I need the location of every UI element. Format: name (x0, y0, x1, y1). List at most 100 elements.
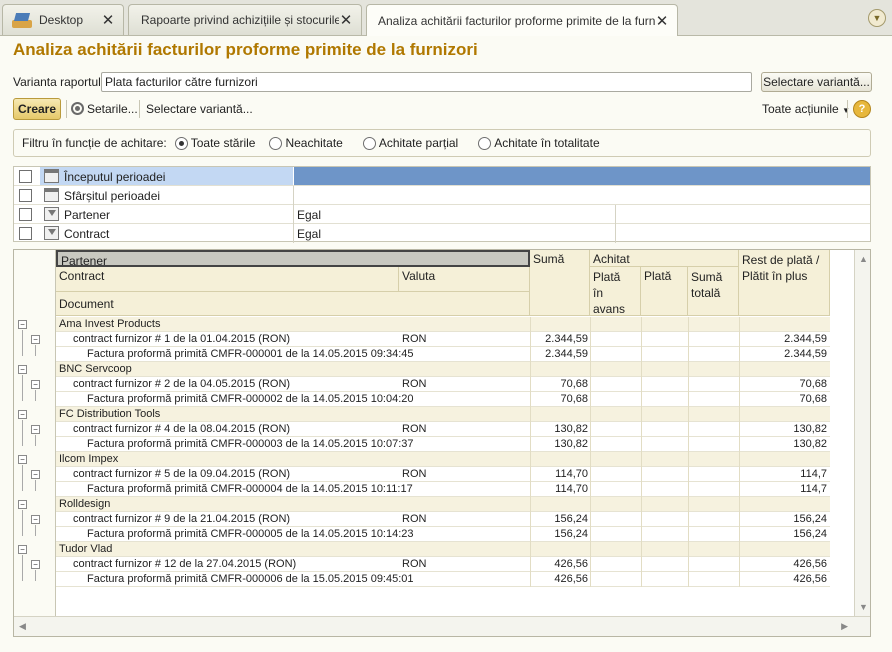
partner-name: BNC Servcoop (59, 363, 132, 375)
contract-name: contract furnizor # 2 de la 04.05.2015 (… (73, 378, 291, 390)
tab-label: Rapoarte privind achizițiile și stocuril… (141, 13, 339, 27)
document-row[interactable]: Factura proformă primită CMFR-000004 de … (56, 482, 830, 497)
contract-row[interactable]: contract furnizor # 5 de la 09.04.2015 (… (56, 467, 830, 482)
tab-label: Desktop (39, 13, 84, 27)
close-icon[interactable]: ✕ (655, 12, 669, 30)
contract-name: contract furnizor # 4 de la 08.04.2015 (… (73, 423, 291, 435)
partner-row[interactable]: Ama Invest Products (56, 317, 830, 332)
horizontal-scrollbar[interactable]: ◀ ▶ (14, 616, 870, 636)
contract-sum: 156,24 (554, 513, 588, 525)
document-row[interactable]: Factura proformă primită CMFR-000001 de … (56, 347, 830, 362)
header-contract[interactable]: Contract (56, 267, 399, 292)
document-row[interactable]: Factura proformă primită CMFR-000002 de … (56, 392, 830, 407)
contract-rest: 130,82 (793, 423, 827, 435)
tab-list-chevron-icon[interactable]: ▼ (868, 9, 886, 27)
tab-reports[interactable]: Rapoarte privind achizițiile și stocuril… (128, 4, 362, 35)
collapse-toggle-icon[interactable]: − (31, 560, 40, 569)
contract-sum: 70,68 (560, 378, 588, 390)
document-row[interactable]: Factura proformă primită CMFR-000005 de … (56, 527, 830, 542)
contract-name: contract furnizor # 9 de la 21.04.2015 (… (73, 513, 291, 525)
collapse-toggle-icon[interactable]: − (18, 500, 27, 509)
contract-row[interactable]: contract furnizor # 9 de la 21.04.2015 (… (56, 512, 830, 527)
contract-row[interactable]: contract furnizor # 4 de la 08.04.2015 (… (56, 422, 830, 437)
partner-row[interactable]: Rolldesign (56, 497, 830, 512)
param-row-period-end[interactable]: Sfârșitul perioadei (14, 186, 870, 205)
partner-row[interactable]: Tudor Vlad (56, 542, 830, 557)
close-icon[interactable]: ✕ (339, 11, 353, 29)
contract-currency: RON (402, 423, 427, 435)
collapse-toggle-icon[interactable]: − (18, 410, 27, 419)
param-checkbox[interactable] (19, 170, 32, 183)
param-checkbox[interactable] (19, 227, 32, 240)
radio-circle (362, 136, 376, 150)
scroll-left-icon[interactable]: ◀ (19, 621, 26, 632)
radio-unpaid[interactable]: Neachitate (269, 136, 343, 150)
collapse-toggle-icon[interactable]: − (18, 365, 27, 374)
contract-name: contract furnizor # 5 de la 09.04.2015 (… (73, 468, 291, 480)
scroll-down-icon[interactable]: ▼ (859, 602, 868, 612)
radio-partially-paid[interactable]: Achitate parțial (362, 136, 459, 150)
param-row-period-start[interactable]: Începutul perioadei (14, 167, 870, 186)
header-currency[interactable]: Valuta (399, 267, 530, 292)
collapse-toggle-icon[interactable]: − (18, 455, 27, 464)
select-variant-button[interactable]: Selectare variantă... (761, 72, 872, 92)
collapse-toggle-icon[interactable]: − (31, 470, 40, 479)
partner-name: Tudor Vlad (59, 543, 113, 555)
help-icon[interactable]: ? (853, 100, 871, 118)
variant-label: Varianta raportului: (13, 75, 114, 89)
close-icon[interactable]: ✕ (101, 11, 115, 29)
collapse-toggle-icon[interactable]: − (18, 545, 27, 554)
header-advance[interactable]: Plată în avans (590, 267, 641, 316)
header-document[interactable]: Document (56, 292, 530, 316)
tab-analysis[interactable]: Analiza achitării facturilor proforme pr… (366, 4, 678, 36)
radio-label: Achitate parțial (378, 136, 459, 150)
create-button[interactable]: Creare (13, 98, 61, 120)
collapse-toggle-icon[interactable]: − (31, 380, 40, 389)
document-row[interactable]: Factura proformă primită CMFR-000003 de … (56, 437, 830, 452)
collapse-toggle-icon[interactable]: − (31, 335, 40, 344)
param-checkbox[interactable] (19, 189, 32, 202)
partner-row[interactable]: BNC Servcoop (56, 362, 830, 377)
vertical-scrollbar[interactable]: ▲ ▼ (854, 250, 870, 616)
variant-input[interactable]: Plata facturilor către furnizori (101, 72, 752, 92)
scroll-up-icon[interactable]: ▲ (859, 254, 868, 264)
header-paid[interactable]: Achitat (590, 250, 739, 267)
document-rest: 70,68 (799, 393, 827, 405)
toolbar: Creare Setarile... Selectare variantă...… (13, 98, 873, 122)
header-payment[interactable]: Plată (641, 267, 688, 316)
contract-row[interactable]: contract furnizor # 12 de la 27.04.2015 … (56, 557, 830, 572)
report-grid[interactable]: Partener Contract Valuta Document Sumă A… (13, 249, 871, 637)
contract-sum: 426,56 (554, 558, 588, 570)
document-name: Factura proformă primită CMFR-000006 de … (87, 573, 414, 585)
collapse-toggle-icon[interactable]: − (31, 515, 40, 524)
header-sum[interactable]: Sumă (530, 250, 590, 316)
settings-button[interactable]: Setarile... (71, 102, 138, 116)
radio-all-states[interactable]: Toate stările (174, 136, 255, 150)
collapse-toggle-icon[interactable]: − (31, 425, 40, 434)
contract-row[interactable]: contract furnizor # 2 de la 04.05.2015 (… (56, 377, 830, 392)
partner-row[interactable]: FC Distribution Tools (56, 407, 830, 422)
param-name: Partener (64, 208, 111, 222)
scroll-right-icon[interactable]: ▶ (841, 621, 848, 632)
param-condition[interactable]: Egal (297, 208, 321, 222)
collapse-toggle-icon[interactable]: − (18, 320, 27, 329)
param-row-partner[interactable]: Partener Egal (14, 205, 870, 224)
all-actions-button[interactable]: Toate acțiunile ▼ (762, 102, 850, 116)
contract-row[interactable]: contract furnizor # 1 de la 01.04.2015 (… (56, 332, 830, 347)
header-rest[interactable]: Rest de plată / Plătit în plus (739, 250, 830, 316)
radio-fully-paid[interactable]: Achitate în totalitate (478, 136, 600, 150)
select-variant-toolbar-button[interactable]: Selectare variantă... (146, 102, 253, 116)
report-parameters: Începutul perioadei Sfârșitul perioadei … (13, 166, 871, 243)
document-name: Factura proformă primită CMFR-000005 de … (87, 528, 414, 540)
tab-desktop[interactable]: Desktop ✕ (2, 4, 124, 35)
document-row[interactable]: Factura proformă primită CMFR-000006 de … (56, 572, 830, 587)
param-condition[interactable]: Egal (297, 227, 321, 241)
param-row-contract[interactable]: Contract Egal (14, 224, 870, 243)
document-rest: 2.344,59 (784, 348, 827, 360)
header-partner[interactable]: Partener (56, 250, 530, 268)
document-rest: 114,7 (800, 483, 827, 495)
header-total[interactable]: Sumă totală (688, 267, 739, 316)
partner-row[interactable]: Ilcom Impex (56, 452, 830, 467)
contract-currency: RON (402, 513, 427, 525)
param-checkbox[interactable] (19, 208, 32, 221)
